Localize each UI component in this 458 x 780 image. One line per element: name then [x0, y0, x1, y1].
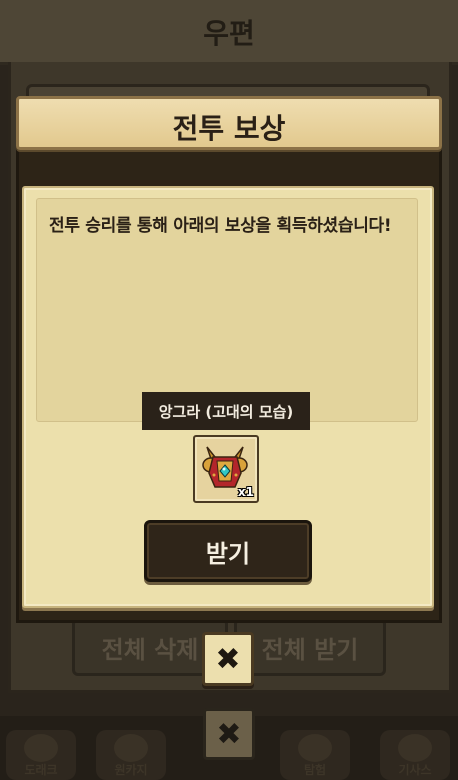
reward-modal-title: 전투 보상 [172, 112, 286, 145]
background-close-button[interactable]: ✖ [203, 708, 255, 760]
character-icon [398, 734, 432, 762]
nav-label: 기사스 [398, 763, 432, 777]
nav-label: 탐험 [303, 763, 327, 777]
mailbox-title: 우편 [203, 17, 255, 50]
receive-button[interactable]: 받기 [144, 520, 312, 582]
close-button[interactable]: ✖ [202, 632, 254, 686]
reward-message-box: 전투 승리를 통해 아래의 보상을 획득하셨습니다! [36, 198, 418, 422]
nav-item-knights[interactable]: 기사스 [380, 730, 450, 780]
item-name-tooltip: 앙그라 (고대의 모습) [142, 392, 310, 430]
cat-icon [24, 734, 58, 762]
reward-item-slot[interactable]: x1 [193, 435, 259, 503]
close-icon: ✖ [215, 641, 241, 677]
reward-message: 전투 승리를 통해 아래의 보상을 획득하셨습니다! [49, 216, 392, 236]
nav-item-dorek[interactable]: 도래크 [6, 730, 76, 780]
reward-modal-header: 전투 보상 [16, 96, 442, 150]
nav-item-wonkaji[interactable]: 원카지 [96, 730, 166, 780]
compass-icon [298, 734, 332, 762]
receive-all-button[interactable]: 전체 받기 [234, 618, 386, 676]
mailbox-title-bar: 우편 [0, 0, 458, 65]
nav-label: 도래크 [24, 763, 58, 777]
meat-icon [114, 734, 148, 762]
nav-item-explore[interactable]: 탐험 [280, 730, 350, 780]
nav-label: 원카지 [114, 763, 148, 777]
item-quantity: x1 [237, 485, 254, 499]
